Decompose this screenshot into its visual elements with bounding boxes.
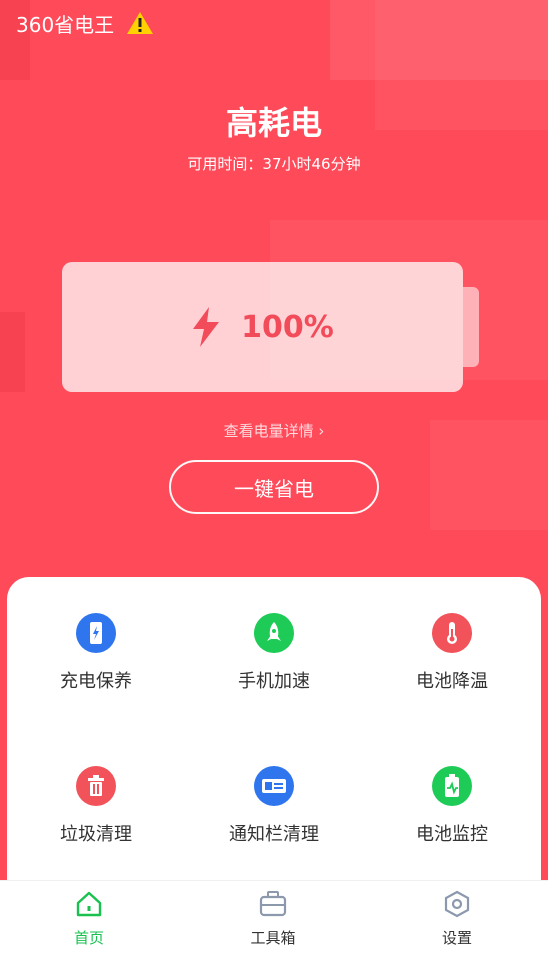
rocket-icon bbox=[254, 613, 294, 653]
nav-toolbox[interactable]: 工具箱 bbox=[213, 889, 333, 948]
app-screen: 360省电王 高耗电 可用时间：37小时46分钟 100% 查看电量详情 › 一… bbox=[0, 0, 548, 953]
tool-notification-clean[interactable]: 通知栏清理 bbox=[185, 730, 363, 870]
battery-tip bbox=[463, 287, 479, 367]
available-time: 可用时间：37小时46分钟 bbox=[187, 155, 361, 173]
settings-hexagon-icon bbox=[444, 890, 470, 918]
lightning-icon bbox=[193, 307, 220, 347]
bottom-nav: 首页 工具箱 设置 bbox=[0, 880, 548, 953]
app-name: 360省电王 bbox=[16, 12, 115, 37]
nav-label: 设置 bbox=[441, 929, 472, 947]
one-key-save-button[interactable]: 一键省电 bbox=[169, 460, 379, 514]
tool-junk-clean[interactable]: 垃圾清理 bbox=[7, 730, 185, 870]
battery-detail-link[interactable]: 查看电量详情 › bbox=[0, 420, 548, 441]
nav-settings[interactable]: 设置 bbox=[397, 889, 517, 948]
tool-battery-monitor[interactable]: 电池监控 bbox=[363, 730, 541, 870]
tool-label: 手机加速 bbox=[238, 671, 310, 692]
background-shape bbox=[0, 312, 25, 392]
nav-home[interactable]: 首页 bbox=[29, 889, 149, 948]
tool-label: 电池监控 bbox=[416, 824, 488, 845]
battery-monitor-icon bbox=[432, 766, 472, 806]
nav-label: 首页 bbox=[73, 929, 104, 947]
status-bar: 360省电王 bbox=[16, 8, 532, 38]
home-icon bbox=[76, 891, 102, 917]
tool-speedup[interactable]: 手机加速 bbox=[185, 577, 363, 717]
id-card-icon bbox=[254, 766, 294, 806]
warning-icon bbox=[127, 12, 154, 34]
tool-label: 电池降温 bbox=[416, 671, 488, 692]
tool-label: 充电保养 bbox=[60, 671, 132, 692]
battery-percent: 100% bbox=[241, 309, 334, 345]
battery-content: 100% bbox=[62, 262, 463, 392]
toolbox-icon bbox=[259, 891, 287, 917]
tool-charge-care[interactable]: 充电保养 bbox=[7, 577, 185, 717]
nav-label: 工具箱 bbox=[250, 929, 296, 947]
tools-panel: 充电保养 手机加速 电池降温 垃圾清理 通知栏清理 电池监控 bbox=[7, 577, 541, 880]
trash-icon bbox=[76, 766, 116, 806]
tool-label: 通知栏清理 bbox=[229, 824, 319, 845]
tool-label: 垃圾清理 bbox=[60, 824, 132, 845]
phone-charge-icon bbox=[76, 613, 116, 653]
battery-indicator: 100% bbox=[62, 262, 463, 392]
page-title: 高耗电 bbox=[225, 104, 322, 142]
thermometer-icon bbox=[432, 613, 472, 653]
tool-cooling[interactable]: 电池降温 bbox=[363, 577, 541, 717]
